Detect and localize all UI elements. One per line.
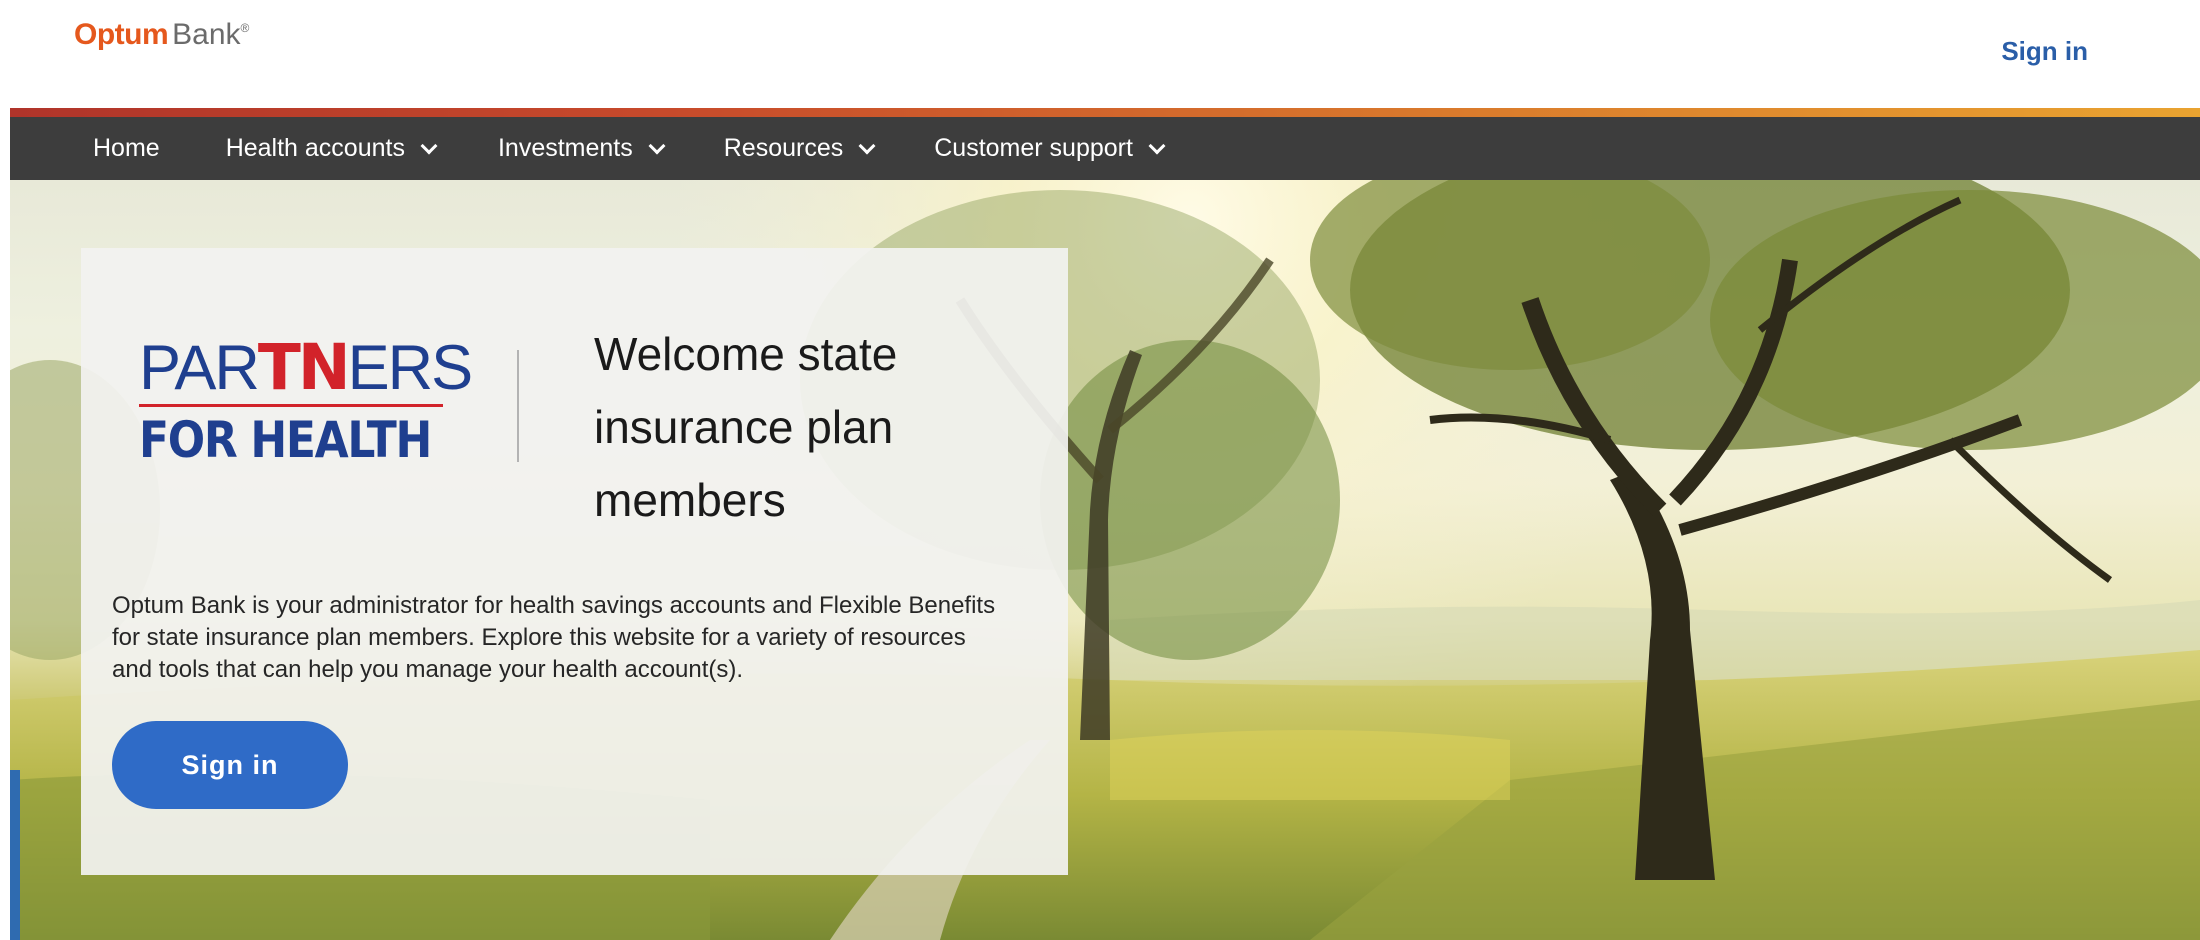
partners-logo-rule [139,404,443,407]
partners-logo-part-tn: TN [257,331,351,404]
logo-brand: Optum [74,18,169,51]
nav-item-label: Customer support [934,134,1133,162]
main-nav: Home Health accounts Investments Resourc… [10,117,2200,180]
carousel-edge-indicator [10,770,20,940]
welcome-heading-line2: insurance plan [594,401,894,453]
partners-logo-part-a: PAR [139,333,260,403]
partners-logo-part-c: ERS [347,333,474,403]
nav-item-investments[interactable]: Investments [497,134,666,163]
header-accent-bar [10,108,2200,117]
chevron-down-icon [858,137,876,154]
welcome-heading-line1: Welcome state [594,328,898,380]
logo-product: Bank [172,18,241,51]
welcome-heading: Welcome state insurance plan members [594,318,1014,537]
chevron-down-icon [648,137,666,154]
nav-item-label: Health accounts [225,134,405,162]
partners-logo-line2: FOR HEALTH [139,411,432,469]
nav-item-home[interactable]: Home [93,134,160,163]
nav-item-label: Resources [723,134,844,162]
partners-for-health-logo: PARTNERS FOR HEALTH [139,333,473,486]
nav-item-label: Home [93,134,160,162]
chevron-down-icon [420,137,438,154]
optum-bank-logo[interactable]: Optum Bank ® [74,18,249,52]
welcome-description: Optum Bank is your administrator for hea… [112,592,996,683]
card-divider [517,350,519,462]
welcome-card: PARTNERS FOR HEALTH Welcome state insura… [81,248,1068,875]
partners-logo-line1: PARTNERS [139,333,473,403]
logo-registered-mark: ® [240,21,250,35]
nav-item-customer-support[interactable]: Customer support [934,134,1166,163]
welcome-heading-line3: members [594,474,786,526]
nav-item-health-accounts[interactable]: Health accounts [225,134,438,163]
sign-in-button[interactable]: Sign in [112,721,348,809]
page: Optum Bank ® Sign in Home Health account… [0,0,2200,940]
chevron-down-icon [1148,137,1166,154]
nav-item-resources[interactable]: Resources [723,134,876,163]
site-header: Optum Bank ® Sign in [10,0,2200,108]
nav-item-label: Investments [497,134,633,162]
header-sign-in-link[interactable]: Sign in [2001,36,2088,67]
